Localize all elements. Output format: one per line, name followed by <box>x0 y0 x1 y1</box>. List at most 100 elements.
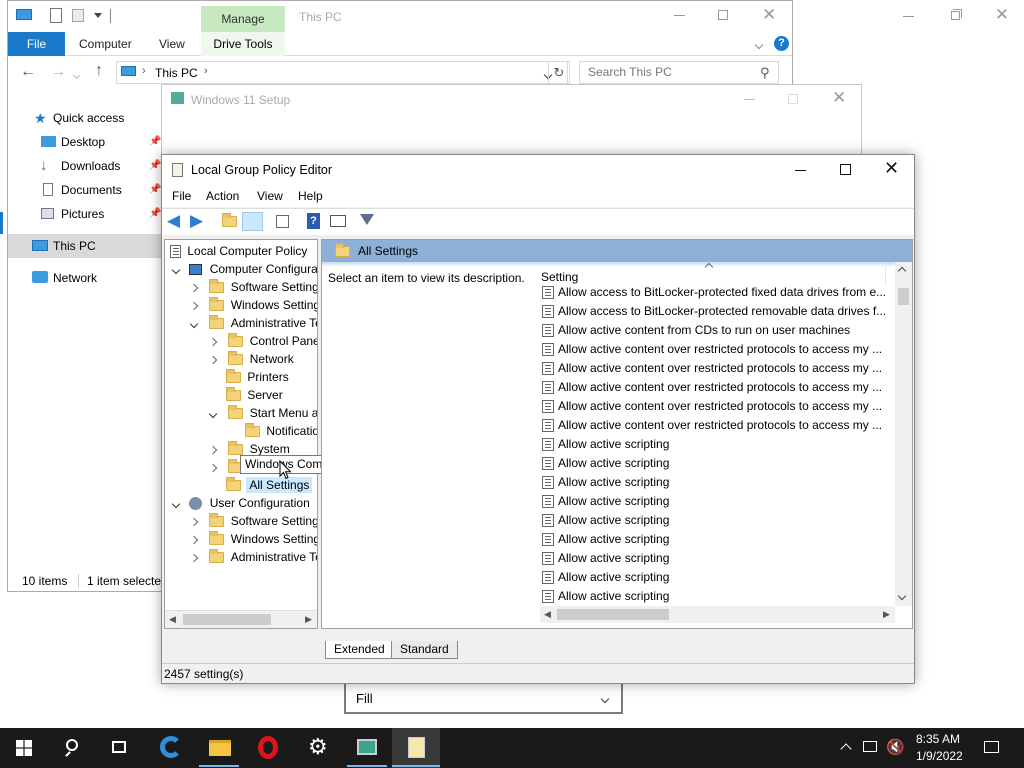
setting-row[interactable]: Allow active content over restricted pro… <box>540 378 885 397</box>
hscroll-left-icon[interactable]: ◀ <box>544 609 551 620</box>
setting-row[interactable]: Allow active scripting <box>540 511 885 530</box>
tree-hscrollbar[interactable]: ◀ ▶ <box>165 610 317 628</box>
expand-chevron-right-icon[interactable] <box>208 463 218 473</box>
setting-row[interactable]: Allow access to BitLocker-protected remo… <box>540 302 885 321</box>
new-folder-icon[interactable] <box>72 9 84 22</box>
network-tray-icon[interactable] <box>863 741 877 752</box>
nav-desktop[interactable]: Desktop 📌 <box>8 130 163 154</box>
expand-chevron-down-icon[interactable] <box>171 265 181 275</box>
setting-row[interactable]: Allow active content over restricted pro… <box>540 340 885 359</box>
column-header-setting[interactable]: Setting <box>541 270 578 284</box>
menu-view[interactable]: View <box>257 189 283 203</box>
setup-minimize-button[interactable] <box>744 99 755 100</box>
address-bar[interactable]: › This PC › <box>116 61 568 84</box>
expand-chevron-right-icon[interactable] <box>189 301 199 311</box>
setting-row[interactable]: Allow active content over restricted pro… <box>540 416 885 435</box>
ribbon-tab-drive-tools[interactable]: Drive Tools <box>201 32 285 56</box>
tree-item-user-software-settings[interactable]: Software Settings <box>189 512 317 530</box>
settings-hscrollbar[interactable]: ◀ ▶ <box>540 606 895 623</box>
expand-chevron-right-icon[interactable] <box>208 337 218 347</box>
ribbon-tab-file[interactable]: File <box>8 32 65 56</box>
tree-item-windows-settings[interactable]: Windows Settings <box>189 296 317 314</box>
menu-help[interactable]: Help <box>298 189 323 203</box>
back-arrow-icon[interactable]: ← <box>20 63 36 81</box>
scroll-up-icon[interactable] <box>897 266 907 276</box>
bg-restore-button[interactable] <box>943 6 967 26</box>
toolbar-help-icon[interactable]: ? <box>307 213 320 229</box>
settings-vscrollbar[interactable] <box>895 262 912 606</box>
setting-row[interactable]: Allow active content from CDs to run on … <box>540 321 885 340</box>
taskbar-setup[interactable] <box>343 728 391 768</box>
menu-file[interactable]: File <box>172 189 191 203</box>
menu-action[interactable]: Action <box>206 189 239 203</box>
recent-dropdown-icon[interactable] <box>72 67 81 81</box>
settings-vscroll-thumb[interactable] <box>898 288 909 305</box>
setting-row[interactable]: Allow active scripting <box>540 454 885 473</box>
toolbar-forward-icon[interactable]: ▶ <box>190 211 203 231</box>
setting-row[interactable]: Allow active content over restricted pro… <box>540 397 885 416</box>
bg-close-button[interactable]: ✕ <box>990 6 1014 26</box>
toolbar-export-icon[interactable] <box>276 215 289 228</box>
taskbar-settings[interactable]: ⚙ <box>294 728 342 768</box>
toolbar-show-tree-icon[interactable] <box>242 212 263 231</box>
nav-downloads[interactable]: ↓ Downloads 📌 <box>8 154 163 178</box>
explorer-close-button[interactable]: ✕ <box>762 5 776 25</box>
up-arrow-icon[interactable]: ↑ <box>95 62 103 80</box>
expand-chevron-down-icon[interactable] <box>208 409 218 419</box>
expand-chevron-down-icon[interactable] <box>171 499 181 509</box>
tab-standard[interactable]: Standard <box>391 641 458 659</box>
taskbar-gpe[interactable] <box>392 728 440 768</box>
qat-dropdown-icon[interactable] <box>94 13 102 18</box>
address-sep2-icon[interactable]: › <box>204 65 208 77</box>
ribbon-tab-view[interactable]: View <box>159 32 185 56</box>
expand-chevron-down-icon[interactable] <box>189 319 199 329</box>
ribbon-tab-computer[interactable]: Computer <box>79 32 132 56</box>
setting-row[interactable]: Allow active scripting <box>540 473 885 492</box>
clock-time[interactable]: 8:35 AM <box>916 732 960 746</box>
scroll-left-icon[interactable]: ◀ <box>169 614 176 625</box>
scroll-right-icon[interactable]: ▶ <box>305 614 312 625</box>
clock-date[interactable]: 1/9/2022 <box>916 749 963 763</box>
hscroll-right-icon[interactable]: ▶ <box>883 609 890 620</box>
settings-hscroll-thumb[interactable] <box>557 609 669 620</box>
tree-item-network[interactable]: Network <box>208 350 294 368</box>
ribbon-expand-icon[interactable] <box>754 37 764 51</box>
taskbar-file-explorer[interactable] <box>195 728 243 768</box>
expand-chevron-right-icon[interactable] <box>189 535 199 545</box>
setting-row[interactable]: Allow active scripting <box>540 492 885 511</box>
taskbar-opera[interactable] <box>244 728 292 768</box>
toolbar-back-icon[interactable]: ◀ <box>167 211 180 231</box>
expand-chevron-right-icon[interactable] <box>189 517 199 527</box>
tree-item-user-config[interactable]: User Configuration <box>171 494 310 512</box>
nav-pictures[interactable]: Pictures 📌 <box>8 202 163 226</box>
properties-icon[interactable] <box>50 8 62 23</box>
scroll-down-icon[interactable] <box>897 591 907 601</box>
taskbar-search-button[interactable] <box>48 728 96 768</box>
tree-item-root[interactable]: Local Computer Policy <box>170 242 307 260</box>
nav-network[interactable]: Network <box>8 266 163 290</box>
tree-item-computer-config[interactable]: Computer Configuration <box>171 260 317 278</box>
tree-item-start-menu[interactable]: Start Menu and Taskbar <box>208 404 317 422</box>
address-sep-icon[interactable]: › <box>142 65 146 77</box>
nav-this-pc[interactable]: This PC <box>8 234 163 258</box>
gpe-maximize-button[interactable] <box>840 164 851 175</box>
action-center-button[interactable] <box>976 728 1024 768</box>
task-view-button[interactable] <box>96 728 144 768</box>
toolbar-up-folder-icon[interactable] <box>222 213 237 227</box>
help-icon[interactable]: ? <box>774 36 789 51</box>
expand-chevron-right-icon[interactable] <box>208 445 218 455</box>
tree-item-printers[interactable]: Printers <box>226 368 289 386</box>
setting-row[interactable]: Allow active scripting <box>540 530 885 549</box>
explorer-maximize-button[interactable] <box>718 10 728 20</box>
tree-item-control-panel[interactable]: Control Panel <box>208 332 317 350</box>
explorer-minimize-button[interactable] <box>674 15 685 16</box>
toolbar-properties-icon[interactable] <box>330 215 346 227</box>
manage-tab[interactable]: Manage <box>201 6 285 32</box>
start-button[interactable] <box>0 728 48 768</box>
setting-row[interactable]: Allow active content over restricted pro… <box>540 359 885 378</box>
gpe-close-button[interactable]: ✕ <box>884 158 899 179</box>
nav-quick-access[interactable]: ★ Quick access <box>8 106 163 130</box>
search-input[interactable]: Search This PC <box>579 61 779 84</box>
expand-chevron-right-icon[interactable] <box>189 283 199 293</box>
setting-row[interactable]: Allow active scripting <box>540 587 885 606</box>
